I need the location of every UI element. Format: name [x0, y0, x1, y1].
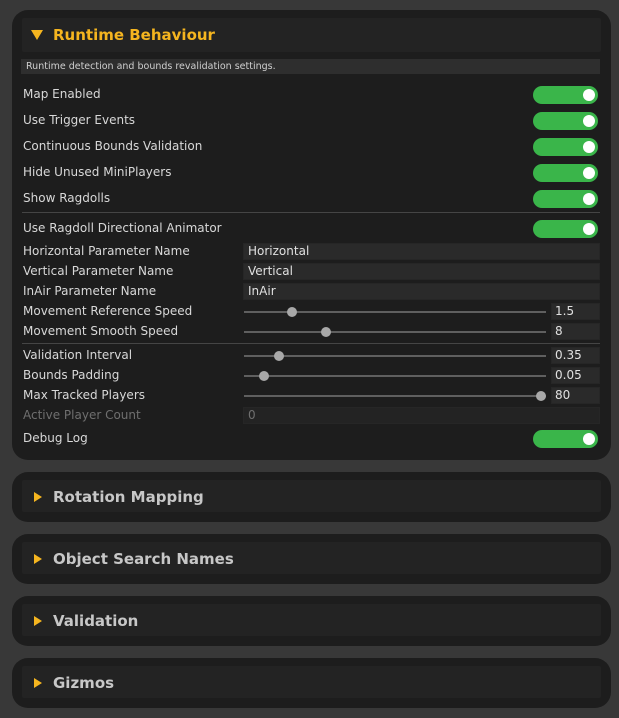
- rotation-mapping-title[interactable]: Rotation Mapping: [53, 488, 204, 506]
- gizmos-title[interactable]: Gizmos: [53, 674, 114, 692]
- use-trigger-events-label: Use Trigger Events: [23, 113, 136, 127]
- map-enabled-label: Map Enabled: [23, 87, 101, 101]
- use-ragdoll-directional-animator-toggle[interactable]: [533, 220, 598, 238]
- divider: [22, 343, 600, 344]
- continuous-bounds-validation-label: Continuous Bounds Validation: [23, 139, 203, 153]
- vertical-parameter-name-field[interactable]: Vertical: [243, 263, 600, 280]
- movement-smooth-speed-value[interactable]: 8: [551, 323, 600, 340]
- debug-log-toggle[interactable]: [533, 430, 598, 448]
- validation-interval-label: Validation Interval: [23, 348, 133, 362]
- expand-triangle-right-icon[interactable]: [34, 554, 42, 564]
- bounds-padding-label: Bounds Padding: [23, 368, 120, 382]
- toggle-knob: [583, 141, 595, 153]
- show-ragdolls-label: Show Ragdolls: [23, 191, 111, 205]
- expand-triangle-right-icon[interactable]: [34, 616, 42, 626]
- bounds-padding-value[interactable]: 0.05: [551, 367, 600, 384]
- active-player-count-label: Active Player Count: [23, 408, 141, 422]
- max-tracked-players-label: Max Tracked Players: [23, 388, 146, 402]
- validation-interval-value[interactable]: 0.35: [551, 347, 600, 364]
- toggle-knob: [583, 89, 595, 101]
- show-ragdolls-toggle[interactable]: [533, 190, 598, 208]
- toggle-knob: [583, 115, 595, 127]
- continuous-bounds-validation-toggle[interactable]: [533, 138, 598, 156]
- movement-smooth-speed-label: Movement Smooth Speed: [23, 324, 179, 338]
- toggle-knob: [583, 433, 595, 445]
- runtime-behaviour-title[interactable]: Runtime Behaviour: [53, 26, 215, 44]
- hide-unused-miniplayers-toggle[interactable]: [533, 164, 598, 182]
- section-description: Runtime detection and bounds revalidatio…: [21, 59, 600, 74]
- validation-interval-slider-handle[interactable]: [273, 351, 284, 361]
- bounds-padding-slider[interactable]: [244, 375, 546, 377]
- bounds-padding-slider-handle[interactable]: [258, 371, 269, 381]
- expand-triangle-down-icon[interactable]: [31, 30, 43, 40]
- movement-reference-speed-label: Movement Reference Speed: [23, 304, 193, 318]
- expand-triangle-right-icon[interactable]: [34, 492, 42, 502]
- validation-interval-slider[interactable]: [244, 355, 546, 357]
- object-search-names-title[interactable]: Object Search Names: [53, 550, 234, 568]
- use-trigger-events-toggle[interactable]: [533, 112, 598, 130]
- use-ragdoll-directional-animator-label: Use Ragdoll Directional Animator: [23, 221, 222, 235]
- expand-triangle-right-icon[interactable]: [34, 678, 42, 688]
- movement-smooth-speed-slider[interactable]: [244, 331, 546, 333]
- vertical-parameter-name-label: Vertical Parameter Name: [23, 264, 174, 278]
- max-tracked-players-slider[interactable]: [244, 395, 546, 397]
- horizontal-parameter-name-field[interactable]: Horizontal: [243, 243, 600, 260]
- inair-parameter-name-label: InAir Parameter Name: [23, 284, 157, 298]
- validation-title[interactable]: Validation: [53, 612, 138, 630]
- hide-unused-miniplayers-label: Hide Unused MiniPlayers: [23, 165, 172, 179]
- movement-reference-speed-value[interactable]: 1.5: [551, 303, 600, 320]
- max-tracked-players-value[interactable]: 80: [551, 387, 600, 404]
- inair-parameter-name-field[interactable]: InAir: [243, 283, 600, 300]
- toggle-knob: [583, 167, 595, 179]
- active-player-count-field: 0: [243, 407, 600, 424]
- toggle-knob: [583, 223, 595, 235]
- map-enabled-toggle[interactable]: [533, 86, 598, 104]
- debug-log-label: Debug Log: [23, 431, 88, 445]
- divider: [22, 212, 600, 213]
- horizontal-parameter-name-label: Horizontal Parameter Name: [23, 244, 190, 258]
- toggle-knob: [583, 193, 595, 205]
- movement-smooth-speed-slider-handle[interactable]: [320, 327, 331, 337]
